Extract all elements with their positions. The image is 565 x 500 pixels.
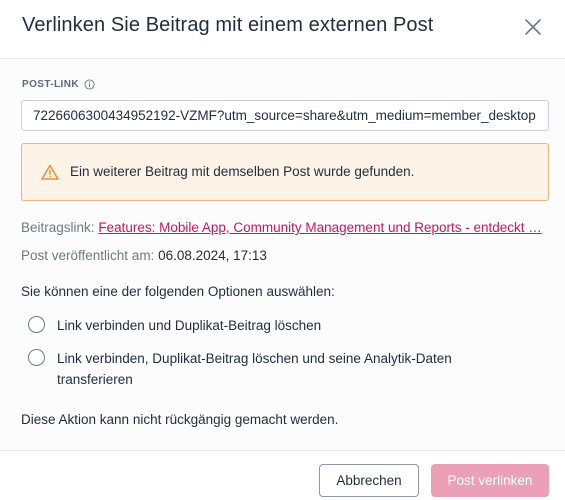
close-icon <box>525 19 541 35</box>
options-intro: Sie können eine der folgenden Optionen a… <box>21 284 335 299</box>
warning-text: Ein weiterer Beitrag mit demselben Post … <box>70 164 415 179</box>
duplicate-warning-banner: Ein weiterer Beitrag mit demselben Post … <box>21 143 549 201</box>
post-link-row: Beitragslink: Features: Mobile App, Comm… <box>21 220 542 235</box>
warning-icon <box>41 164 59 180</box>
option-label: Link verbinden, Duplikat-Beitrag löschen… <box>57 351 452 387</box>
info-icon <box>84 79 95 90</box>
published-label: Post veröffentlicht am: <box>21 248 155 263</box>
dialog-header: Verlinken Sie Beitrag mit einem externen… <box>0 0 565 59</box>
radio-button[interactable] <box>28 349 45 366</box>
post-link-input[interactable] <box>21 100 549 131</box>
link-post-button[interactable]: Post verlinken <box>431 464 549 497</box>
post-link-row-label: Beitragslink: <box>21 220 95 235</box>
post-link-label-row: POST-LINK <box>22 79 95 90</box>
cancel-button[interactable]: Abbrechen <box>319 464 419 497</box>
option-label: Link verbinden und Duplikat-Beitrag lösc… <box>57 318 322 333</box>
option-link-delete-transfer[interactable]: Link verbinden, Duplikat-Beitrag löschen… <box>28 348 497 390</box>
published-row: Post veröffentlicht am: 06.08.2024, 17:1… <box>21 248 267 263</box>
dialog-title: Verlinken Sie Beitrag mit einem externen… <box>22 14 434 36</box>
irreversible-notice: Diese Aktion kann nicht rückgängig gemac… <box>21 412 339 427</box>
radio-button[interactable] <box>28 316 45 333</box>
option-link-and-delete[interactable]: Link verbinden und Duplikat-Beitrag lösc… <box>28 315 497 336</box>
dialog-footer: Abbrechen Post verlinken <box>0 450 565 500</box>
link-post-dialog: Verlinken Sie Beitrag mit einem externen… <box>0 0 565 500</box>
post-link-label: POST-LINK <box>22 79 79 90</box>
published-value: 06.08.2024, 17:13 <box>158 248 267 263</box>
linked-post-link[interactable]: Features: Mobile App, Community Manageme… <box>98 220 541 235</box>
close-button[interactable] <box>521 15 545 39</box>
